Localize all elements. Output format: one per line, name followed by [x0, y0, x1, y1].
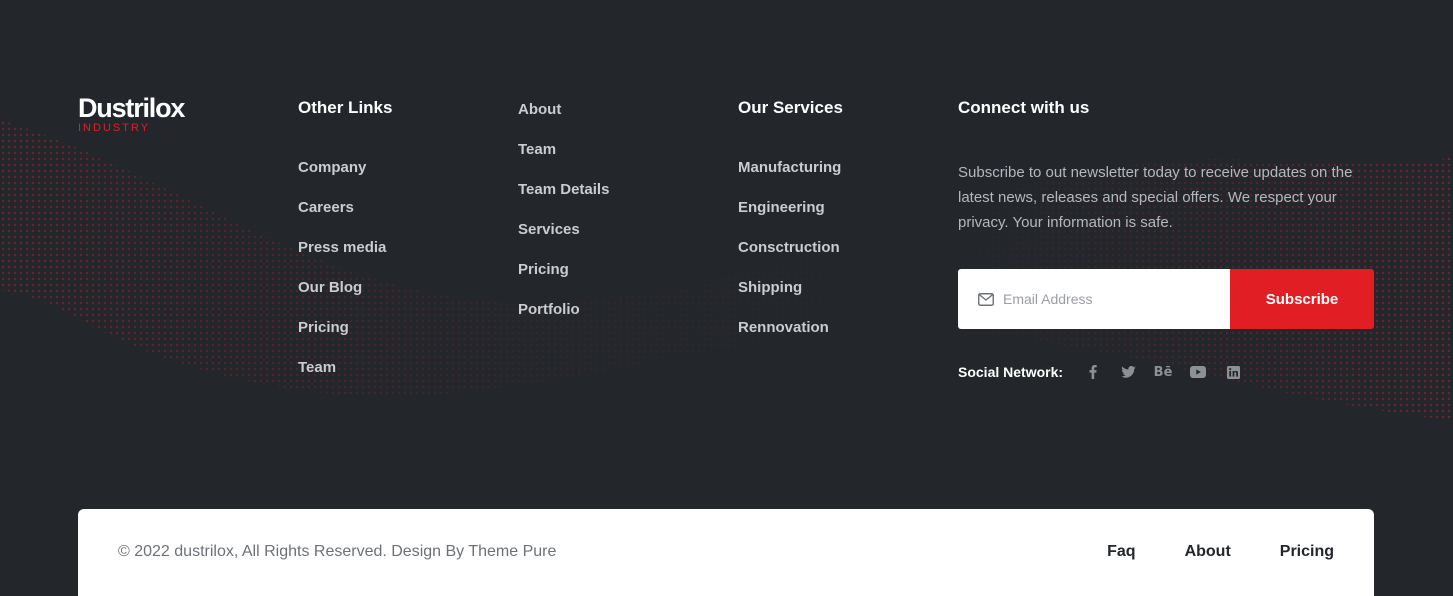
behance-icon[interactable]: Bē [1151, 362, 1175, 382]
footer-link-our-blog[interactable]: Our Blog [298, 278, 392, 318]
twitter-icon[interactable] [1116, 362, 1140, 382]
services-title: Our Services [738, 98, 843, 117]
connect-column: Connect with us Subscribe to out newslet… [958, 96, 1374, 380]
logo-name: Dustrilox [78, 93, 185, 123]
footer-link-press-media[interactable]: Press media [298, 238, 392, 278]
footer-link-pricing[interactable]: Pricing [518, 260, 609, 300]
footer-link-company[interactable]: Company [298, 158, 392, 198]
youtube-icon[interactable] [1186, 362, 1210, 382]
social-label: Social Network: [958, 364, 1064, 380]
footer-link-about[interactable]: About [518, 100, 609, 140]
email-field-wrapper [958, 269, 1230, 329]
connect-title: Connect with us [958, 98, 1090, 117]
service-link-construction[interactable]: Consctruction [738, 238, 843, 278]
linkedin-icon[interactable] [1221, 362, 1245, 382]
service-link-renovation[interactable]: Rennovation [738, 318, 843, 358]
service-link-engineering[interactable]: Engineering [738, 198, 843, 238]
footer-link-team[interactable]: Team [518, 140, 609, 180]
service-link-shipping[interactable]: Shipping [738, 278, 843, 318]
footer-link-services[interactable]: Services [518, 220, 609, 260]
bottom-link-faq[interactable]: Faq [1107, 542, 1135, 562]
bottom-links: Faq About Pricing [1058, 542, 1334, 562]
logo-tagline: INDUSTRY [78, 122, 151, 134]
bottom-link-about[interactable]: About [1185, 542, 1231, 562]
services-column: Our Services Manufacturing Engineering C… [738, 96, 843, 358]
logo[interactable]: Dustrilox INDUSTRY [78, 93, 185, 134]
facebook-icon[interactable] [1081, 362, 1105, 382]
subscribe-button[interactable]: Subscribe [1230, 269, 1374, 329]
footer-link-pricing[interactable]: Pricing [298, 318, 392, 358]
envelope-icon [978, 292, 994, 306]
footer-top: Dustrilox INDUSTRY Other Links Company C… [0, 0, 1453, 500]
footer-link-careers[interactable]: Careers [298, 198, 392, 238]
footer-bottom-bar: © 2022 dustrilox, All Rights Reserved. D… [78, 509, 1374, 596]
quick-links-column: About Team Team Details Services Pricing… [518, 100, 609, 340]
other-links-column: Other Links Company Careers Press media … [298, 96, 392, 398]
footer-link-team-details[interactable]: Team Details [518, 180, 609, 220]
copyright-text: © 2022 dustrilox, All Rights Reserved. D… [118, 543, 557, 560]
bottom-link-pricing[interactable]: Pricing [1280, 542, 1334, 562]
newsletter-text: Subscribe to out newsletter today to rec… [958, 164, 1353, 231]
social-network: Social Network: Bē [958, 362, 1256, 382]
service-link-manufacturing[interactable]: Manufacturing [738, 158, 843, 198]
other-links-title: Other Links [298, 98, 393, 117]
footer-link-portfolio[interactable]: Portfolio [518, 300, 609, 340]
footer-link-team[interactable]: Team [298, 358, 392, 398]
email-input[interactable] [1003, 291, 1223, 307]
newsletter-form: Subscribe [958, 269, 1374, 329]
